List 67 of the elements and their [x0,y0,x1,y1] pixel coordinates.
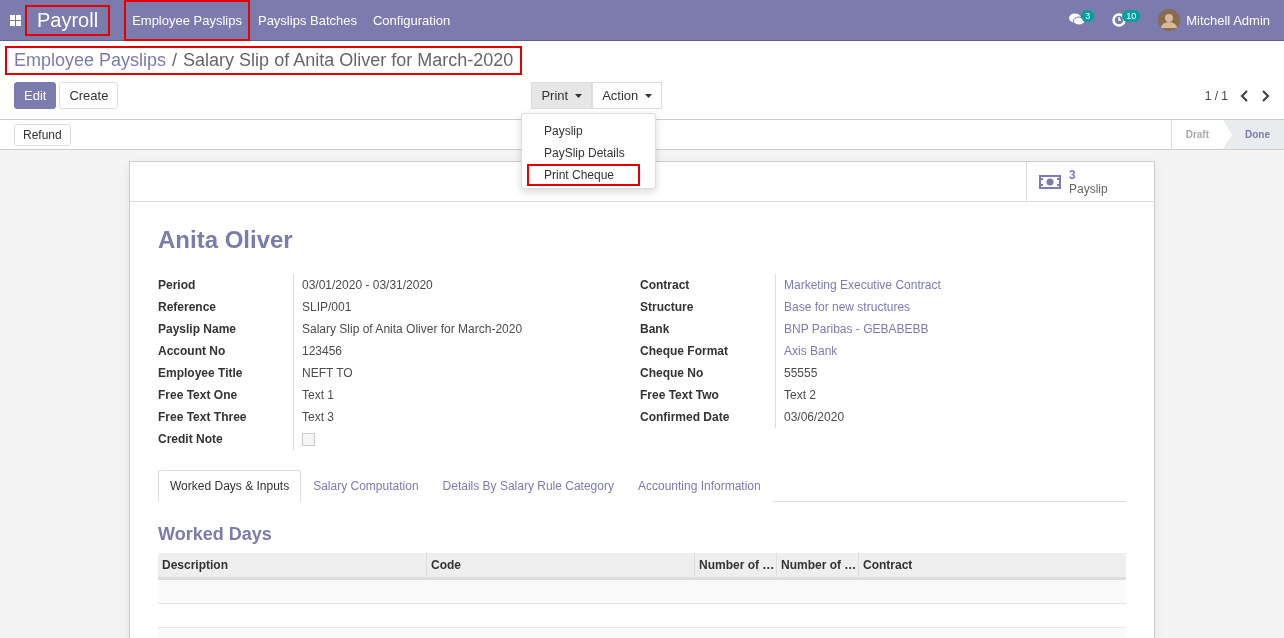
pager: 1 / 1 [1204,88,1228,103]
field-label: Free Text One [158,387,239,404]
field-value: Text 1 [293,384,640,406]
field-value: Text 3 [293,406,640,428]
activity-count: 10 [1122,10,1141,22]
field-link[interactable]: Axis Bank [775,340,1126,362]
field-value: 03/06/2020 [775,406,1126,428]
message-count: 3 [1081,10,1095,22]
field-link[interactable]: Base for new structures [775,296,1126,318]
dropdown-item[interactable]: PaySlip Details [527,142,640,164]
field-label: Credit Note [158,431,224,448]
apps-menu-icon[interactable] [10,14,21,26]
print-dropdown[interactable]: Print [531,82,593,109]
field-label: Payslip Name [158,321,238,338]
menu-item[interactable]: Configuration [364,0,459,41]
avatar-icon[interactable] [1158,9,1181,31]
caret-icon [575,93,583,98]
checkbox[interactable] [302,432,315,446]
section-title: Worked Days [158,524,273,545]
refund-button[interactable]: Refund [14,123,71,146]
field-label: Cheque Format [640,343,729,360]
column-header[interactable]: Number of … [694,553,776,577]
status-stage[interactable]: Done [1223,120,1284,149]
field-label: Free Text Three [158,409,248,426]
field-label: Account No [158,343,227,360]
field-label: Period [158,277,197,294]
payslip-count: 3 [1069,167,1076,182]
payslip-label: Payslip [1069,181,1108,196]
payslip-smart-button[interactable]: 3 Payslip [1026,162,1154,201]
menu-item[interactable]: Employee Payslips [124,0,250,41]
field-label: Contract [640,277,691,294]
field-label: Reference [158,299,218,316]
app-name: Payroll [25,4,111,36]
user-name[interactable]: Mitchell Admin [1186,12,1270,28]
create-button[interactable]: Create [59,82,119,109]
field-label: Structure [640,299,695,316]
field-link[interactable]: BNP Paribas - GEBABEBB [775,318,1126,340]
field-label: Confirmed Date [640,409,731,426]
field-label: Employee Title [158,365,244,382]
column-header[interactable]: Description [158,553,426,577]
tab[interactable]: Worked Days & Inputs [158,470,302,502]
employee-name: Anita Oliver [158,226,294,254]
field-label: Cheque No [640,365,705,382]
field-value: NEFT TO [293,362,640,384]
field-value: Salary Slip of Anita Oliver for March-2020 [293,318,640,340]
action-dropdown[interactable]: Action [592,82,663,109]
caret-icon [645,93,653,98]
field-link[interactable]: Marketing Executive Contract [775,274,1126,296]
field-value: 123456 [293,340,640,362]
clock-icon[interactable] [1112,13,1127,27]
field-value: SLIP/001 [293,296,640,318]
field-label: Bank [640,321,671,338]
banknote-icon [1039,174,1061,189]
edit-button[interactable]: Edit [14,82,57,109]
breadcrumb-current: Salary Slip of Anita Oliver for March-2020 [183,50,514,71]
column-header[interactable]: Contract [858,553,1126,577]
breadcrumb-separator: / [172,50,178,71]
column-header[interactable]: Number of … [776,553,858,577]
menu-item[interactable]: Payslips Batches [249,0,365,41]
dropdown-item[interactable]: Print Cheque [527,164,640,186]
breadcrumb-link[interactable]: Employee Payslips [14,50,167,71]
field-value: 55555 [775,362,1126,384]
column-header[interactable]: Code [426,553,694,577]
field-value: Text 2 [775,384,1126,406]
field-label: Free Text Two [640,387,720,404]
field-value: 03/01/2020 - 03/31/2020 [293,274,640,296]
dropdown-item[interactable]: Payslip [527,120,640,142]
